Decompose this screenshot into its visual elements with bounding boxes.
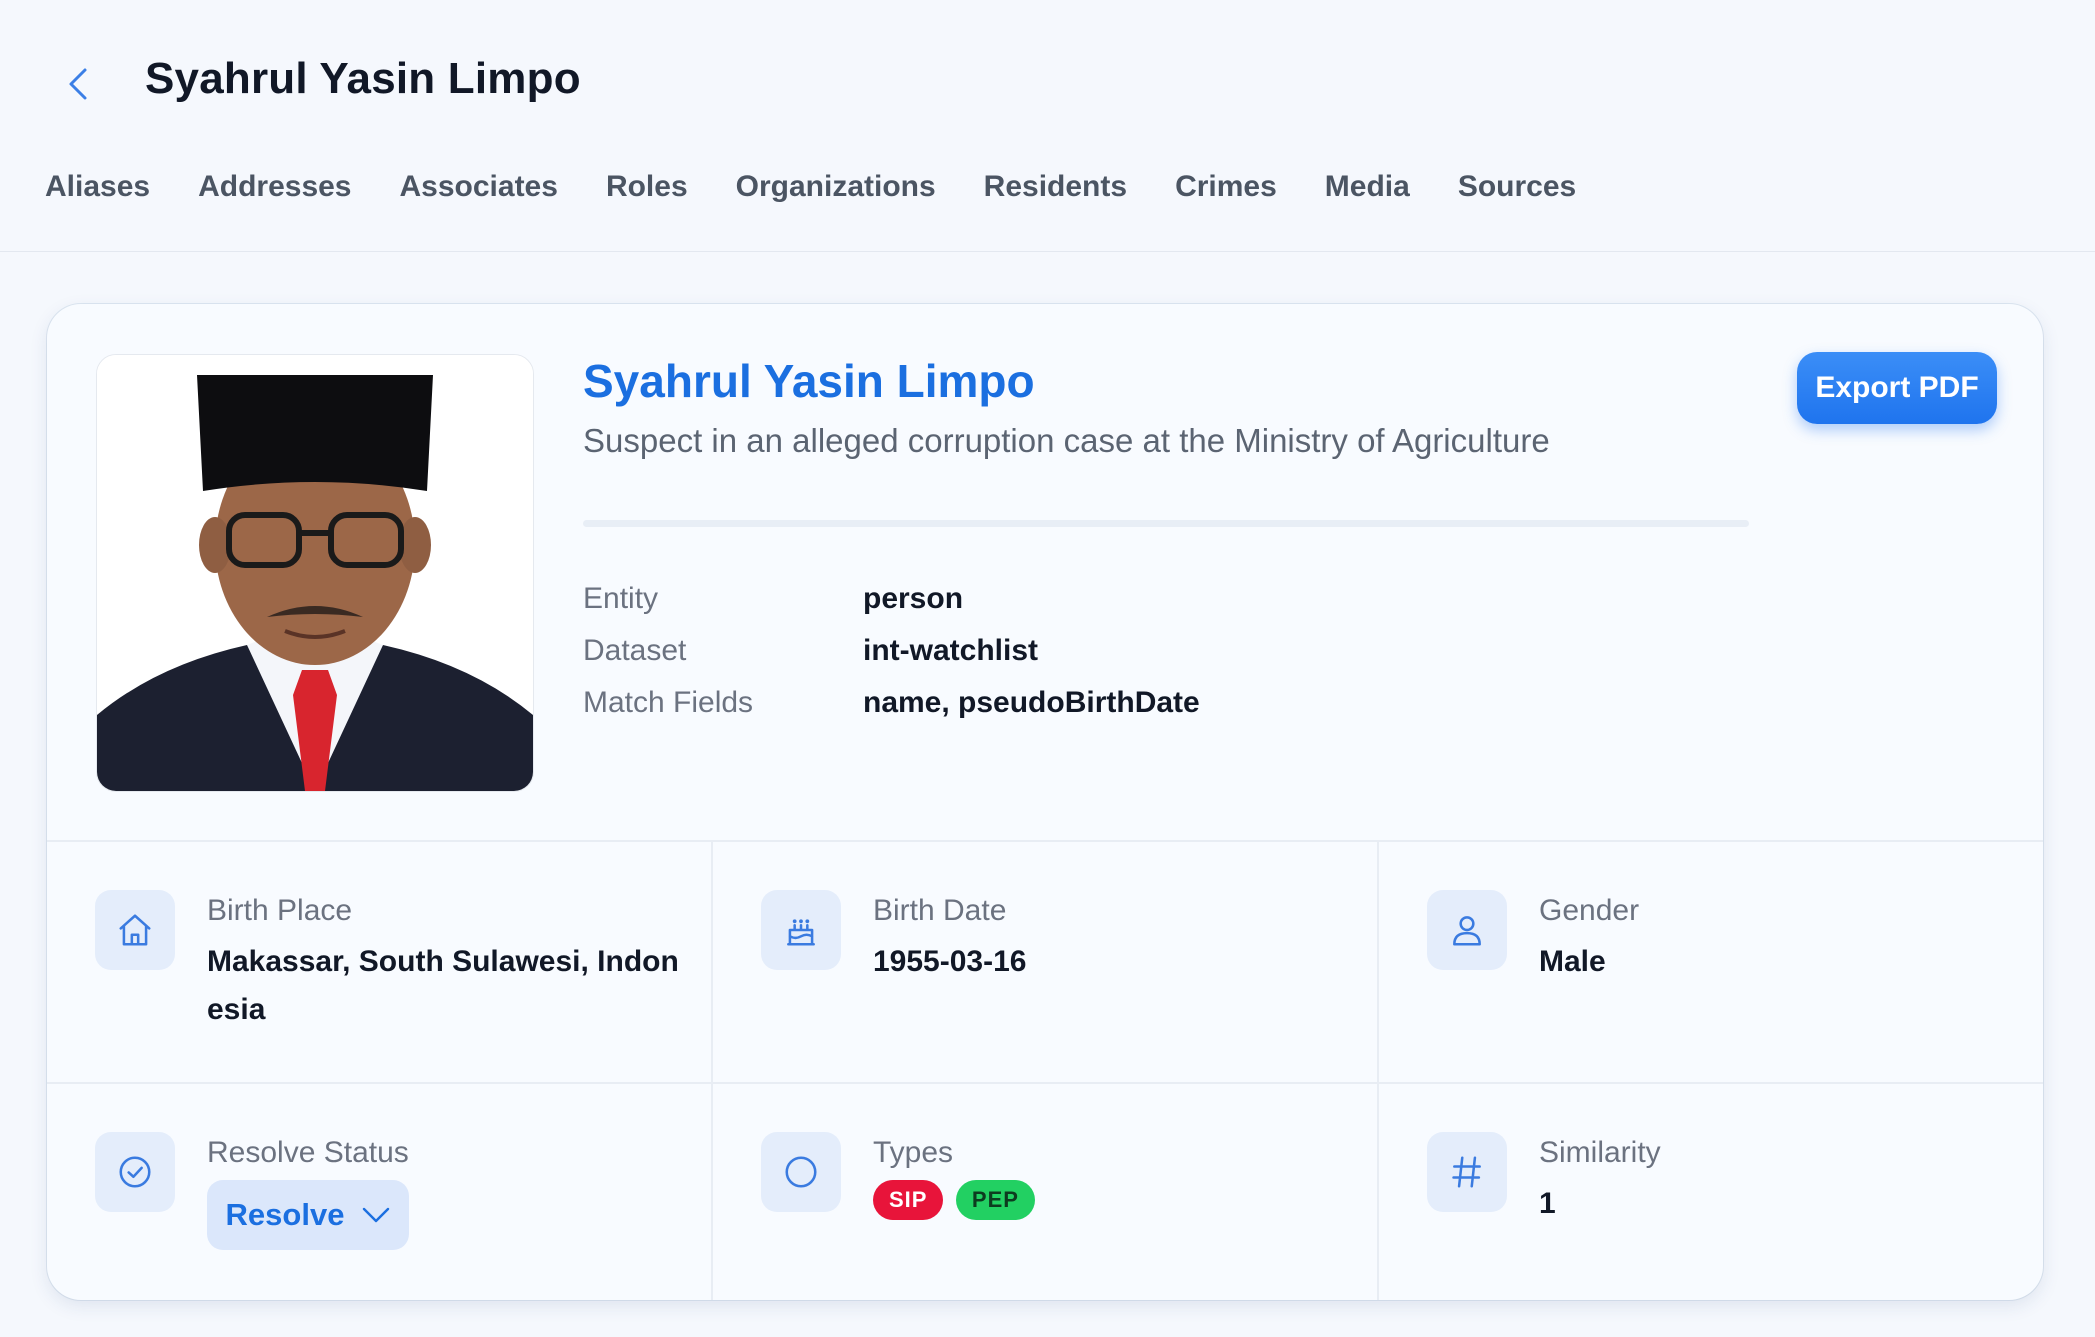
badge-sip: SIP	[873, 1180, 944, 1220]
user-icon-box	[1427, 890, 1507, 970]
birth-place-label: Birth Place	[207, 894, 353, 927]
check-circle-icon-box	[95, 1132, 175, 1212]
meta-row-dataset: Dataset int-watchlist	[583, 634, 1038, 668]
person-portrait-icon	[97, 355, 533, 791]
tab-addresses[interactable]: Addresses	[198, 170, 351, 204]
tab-organizations[interactable]: Organizations	[736, 170, 936, 204]
meta-row-entity: Entity person	[583, 582, 963, 616]
grid-divider	[711, 840, 713, 1300]
divider	[583, 520, 1749, 527]
hash-icon	[1452, 1156, 1481, 1188]
grid-divider	[47, 1082, 2043, 1084]
home-icon-box	[95, 890, 175, 970]
tab-sources[interactable]: Sources	[1458, 170, 1576, 204]
cake-icon	[787, 919, 815, 946]
grid-divider	[1377, 840, 1379, 1300]
tab-bar: Aliases Addresses Associates Roles Organ…	[45, 170, 1624, 204]
circle-icon-box	[761, 1132, 841, 1212]
tab-aliases[interactable]: Aliases	[45, 170, 150, 204]
meta-label: Match Fields	[583, 686, 754, 719]
tab-roles[interactable]: Roles	[606, 170, 688, 204]
birth-place-value-line1: Makassar, South Sulawesi, Indon	[207, 945, 679, 978]
chevron-left-icon	[69, 68, 87, 100]
gender-value: Male	[1539, 945, 1606, 978]
grid-divider	[47, 840, 2043, 842]
export-pdf-button[interactable]: Export PDF	[1797, 352, 1997, 424]
meta-value: name, pseudoBirthDate	[863, 686, 1200, 719]
gender-label: Gender	[1539, 894, 1640, 927]
birth-date-label: Birth Date	[873, 894, 1007, 927]
tab-media[interactable]: Media	[1325, 170, 1410, 204]
badge-pep: PEP	[955, 1180, 1035, 1220]
types-badges: SIP PEP	[873, 1180, 1043, 1220]
types-label: Types	[873, 1136, 954, 1169]
page-title: Syahrul Yasin Limpo	[145, 54, 581, 103]
profile-photo	[96, 354, 534, 792]
resolve-dropdown-label: Resolve	[225, 1197, 345, 1232]
meta-label: Dataset	[583, 634, 687, 667]
meta-row-match-fields: Match Fields name, pseudoBirthDate	[583, 686, 1200, 720]
birth-place-value-line2: esia	[207, 993, 266, 1026]
resolve-dropdown[interactable]: Resolve	[207, 1180, 409, 1250]
meta-value: int-watchlist	[863, 634, 1039, 667]
profile-description: Suspect in an alleged corruption case at…	[583, 422, 1550, 459]
tab-residents[interactable]: Residents	[984, 170, 1127, 204]
circle-icon	[785, 1156, 817, 1188]
check-circle-icon	[119, 1156, 151, 1188]
profile-card: Syahrul Yasin Limpo Suspect in an allege…	[47, 304, 2043, 1300]
profile-name: Syahrul Yasin Limpo	[583, 355, 1035, 407]
page-header: Syahrul Yasin Limpo Aliases Addresses As…	[0, 0, 2095, 252]
chevron-down-icon	[363, 1207, 390, 1223]
meta-label: Entity	[583, 582, 659, 615]
back-button[interactable]	[58, 62, 98, 106]
home-icon	[119, 914, 151, 946]
cake-icon-box	[761, 890, 841, 970]
birth-date-value: 1955-03-16	[873, 945, 1027, 978]
tab-crimes[interactable]: Crimes	[1175, 170, 1277, 204]
meta-value: person	[863, 582, 964, 615]
similarity-value: 1	[1539, 1187, 1556, 1220]
resolve-status-label: Resolve Status	[207, 1136, 409, 1169]
tab-associates[interactable]: Associates	[400, 170, 558, 204]
hash-icon-box	[1427, 1132, 1507, 1212]
user-icon	[1453, 916, 1481, 946]
similarity-label: Similarity	[1539, 1136, 1661, 1169]
